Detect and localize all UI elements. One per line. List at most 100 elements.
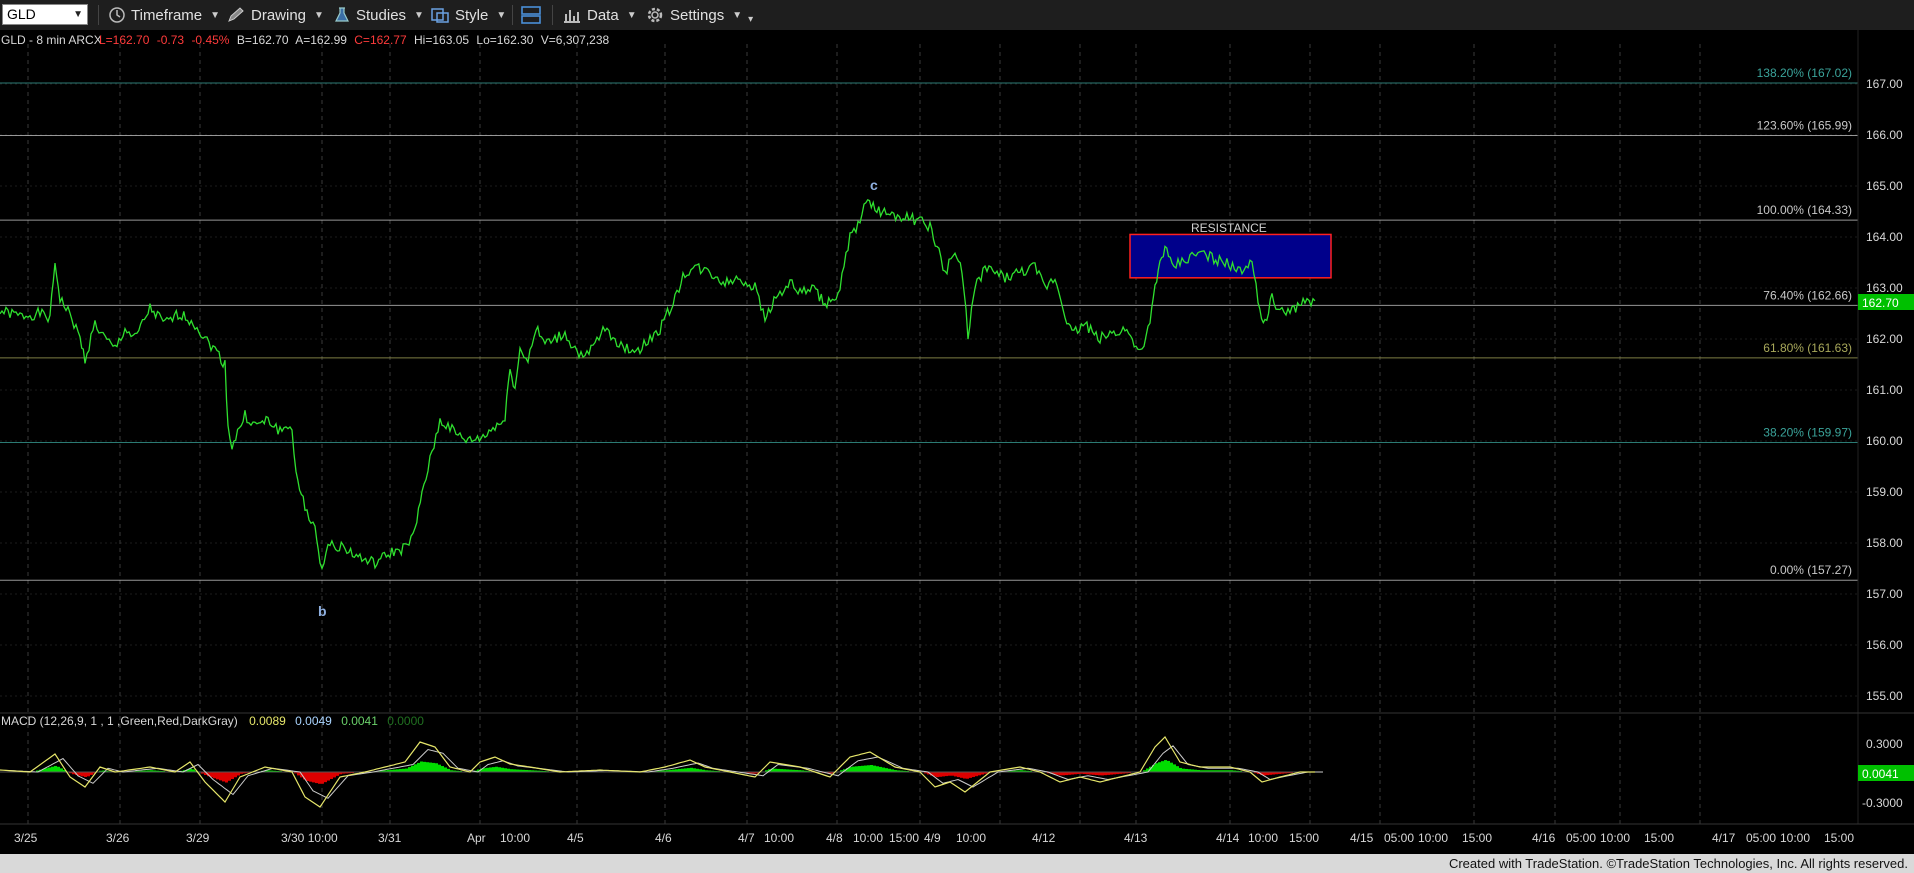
macd-hist-bar <box>228 772 231 781</box>
toolbar-divider <box>552 5 553 25</box>
price-tick-label: 159.00 <box>1866 485 1903 499</box>
time-tick-label: 3/30 10:00 <box>281 831 338 845</box>
resistance-label: RESISTANCE <box>1191 221 1267 235</box>
macd-hist-bar <box>444 767 447 772</box>
macd-hist-bar <box>852 766 855 772</box>
footer: Created with TradeStation. ©TradeStation… <box>0 854 1914 873</box>
symbol-info: GLD - 8 min ARCX <box>1 33 102 47</box>
price-tick-label: 160.00 <box>1866 434 1903 448</box>
macd-hist-bar <box>312 772 315 783</box>
macd-hist-bar <box>942 772 945 777</box>
chart-toolbar: GLD ▼ Timeframe ▼ Drawing ▼ Studies ▼ St… <box>0 0 1914 31</box>
macd-hist-bar <box>309 772 312 782</box>
macd-hist-bar <box>855 766 858 772</box>
time-tick-label: 10:00 <box>764 831 794 845</box>
last-price-readout: L=162.70 <box>99 33 150 47</box>
macd-readout: MACD (12,26,9, 1 , 1 ,Green,Red,DarkGray… <box>1 714 424 728</box>
price-tick-label: 166.00 <box>1866 128 1903 142</box>
macd-hist-bar <box>81 772 84 777</box>
price-tick-label: 156.00 <box>1866 638 1903 652</box>
macd-hist-bar <box>60 768 63 772</box>
studies-menu[interactable]: Studies ▼ <box>333 0 424 30</box>
macd-hist-bar <box>504 768 507 772</box>
chevron-down-icon: ▾ <box>748 13 754 25</box>
time-tick-label: 10:00 <box>853 831 883 845</box>
gear-icon <box>647 7 663 23</box>
macd-label: MACD (12,26,9, 1 , 1 ,Green,Red,DarkGray… <box>1 714 238 728</box>
macd-zero-value: 0.0000 <box>387 714 424 728</box>
macd-hist-bar <box>858 766 861 772</box>
macd-hist-bar <box>438 764 441 772</box>
wave-b-label: b <box>318 603 327 619</box>
chevron-down-icon: ▼ <box>414 9 424 21</box>
macd-hist-bar <box>948 772 951 776</box>
macd-hist-bar <box>318 772 321 784</box>
chevron-down-icon[interactable]: ▼ <box>73 5 83 24</box>
time-tick-label: 15:00 <box>889 831 919 845</box>
macd-hist-bar <box>219 772 222 781</box>
style-label: Style <box>455 6 489 24</box>
macd-hist-bar <box>849 767 852 772</box>
chevron-down-icon: ▼ <box>496 9 507 21</box>
macd-hist-bar <box>51 766 54 772</box>
macd-hist-bar <box>492 767 495 772</box>
chevron-down-icon: ▼ <box>314 9 324 21</box>
macd-hist-bar <box>978 772 981 776</box>
macd-hist-bar <box>960 772 963 778</box>
time-tick-label: 10:00 <box>1780 831 1810 845</box>
fib-level-label: 0.00% (157.27) <box>1770 563 1852 577</box>
macd-hist-bar <box>879 766 882 772</box>
style-icon <box>431 8 449 23</box>
price-tick-label: 161.00 <box>1866 383 1903 397</box>
macd-hist-bar <box>951 772 954 776</box>
macd-hist-bar <box>870 765 873 772</box>
macd-hist-bar <box>315 772 318 784</box>
macd-hist-bar <box>693 768 696 772</box>
timeframe-menu[interactable]: Timeframe ▼ <box>108 0 220 30</box>
price-tick-label: 167.00 <box>1866 77 1903 91</box>
macd-hist-bar <box>225 772 228 783</box>
time-tick-label: 3/26 <box>106 831 130 845</box>
chevron-down-icon: ▼ <box>732 9 743 21</box>
fib-level-label: 100.00% (164.33) <box>1757 203 1852 217</box>
price-tick-label: 163.00 <box>1866 281 1903 295</box>
price-chart[interactable]: 138.20% (167.02) 123.60% (165.99) 100.00% … <box>0 30 1914 854</box>
time-tick-label: 4/13 <box>1124 831 1148 845</box>
macd-hist-bar <box>498 767 501 772</box>
low-readout: Lo=162.30 <box>476 33 533 47</box>
toolbar-divider <box>98 5 99 25</box>
style-menu[interactable]: Style ▼ <box>430 0 506 30</box>
macd-hist-bar <box>231 772 234 779</box>
bar-chart-icon <box>564 10 580 23</box>
macd-hist-bar <box>441 766 444 772</box>
chevron-down-icon: ▼ <box>626 9 637 21</box>
macd-hist-bar <box>945 772 948 777</box>
time-tick-label: 15:00 <box>1644 831 1674 845</box>
time-tick-label: 4/15 <box>1350 831 1374 845</box>
symbol-value: GLD <box>7 6 36 22</box>
chevron-down-icon: ▼ <box>210 9 221 21</box>
time-tick-label: 4/9 <box>924 831 941 845</box>
macd-hist-bar <box>966 772 969 779</box>
studies-label: Studies <box>356 6 407 24</box>
macd-last-tag-label: 0.0041 <box>1862 767 1899 781</box>
macd-hist-bar <box>969 772 972 778</box>
macd-hist-bar <box>405 768 408 772</box>
settings-menu[interactable]: Settings ▼ ▾ <box>645 0 753 30</box>
price-tick-label: 165.00 <box>1866 179 1903 193</box>
macd-hist-bar <box>321 772 324 784</box>
symbol-input[interactable]: GLD ▼ <box>2 4 88 25</box>
macd-hist-bar <box>882 767 885 772</box>
macd-hist-bar <box>972 772 975 778</box>
time-tick-label: 4/12 <box>1032 831 1056 845</box>
macd-hist-bar <box>435 763 438 772</box>
data-menu[interactable]: Data ▼ <box>562 0 637 30</box>
macd-hist-bar <box>873 765 876 772</box>
drawing-menu[interactable]: Drawing ▼ <box>226 0 324 30</box>
layout-button[interactable] <box>520 0 542 30</box>
macd-hist-bar <box>876 766 879 772</box>
pct-change-readout: -0.45% <box>191 33 229 47</box>
macd-hist-bar <box>687 768 690 772</box>
macd-hist-bar <box>78 772 81 776</box>
macd-hist-bar <box>864 765 867 772</box>
